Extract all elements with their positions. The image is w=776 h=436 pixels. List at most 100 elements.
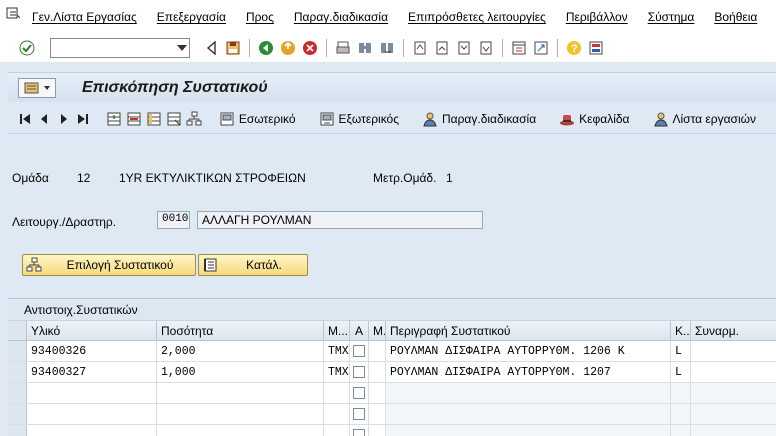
group-value: 12	[77, 171, 91, 185]
a-checkbox[interactable]	[353, 429, 365, 436]
col-unit[interactable]: Μ...	[324, 321, 350, 340]
quantity-cell[interactable]	[157, 383, 324, 403]
task-list-button[interactable]: Λίστα εργασιών	[650, 110, 756, 128]
deselect-icon[interactable]	[166, 110, 182, 128]
last-record-icon[interactable]	[76, 110, 89, 128]
chevron-down-icon[interactable]	[177, 45, 187, 51]
a-checkbox-cell	[350, 362, 369, 382]
group-description: 1YR ΕΚΤΥΛΙΚΤΙΚΩΝ ΣΤΡΟΦΕΙΩΝ	[119, 171, 306, 185]
routing-button[interactable]: Παραγ.διαδικασία	[419, 110, 536, 128]
window-menu-icon[interactable]	[6, 7, 21, 21]
menu-edit[interactable]: Επεξεργασία	[157, 10, 226, 24]
save-icon[interactable]	[224, 39, 242, 57]
find-next-icon[interactable]	[378, 39, 396, 57]
operation-field[interactable]: 0010	[157, 211, 190, 229]
previous-record-icon[interactable]	[37, 110, 50, 128]
help-icon[interactable]: ?	[565, 39, 583, 57]
back-icon[interactable]	[257, 39, 275, 57]
a-checkbox[interactable]	[353, 387, 365, 399]
a-checkbox[interactable]	[353, 345, 365, 357]
external-button[interactable]: Εξωτερικός	[316, 110, 399, 128]
unit-cell[interactable]	[324, 425, 350, 436]
catalog-button[interactable]: Κατάλ.	[198, 254, 308, 276]
hierarchy-icon[interactable]	[186, 110, 202, 128]
shortcut-icon[interactable]	[532, 39, 550, 57]
screen-menu-button[interactable]	[18, 77, 56, 98]
row-selector[interactable]	[8, 362, 27, 382]
quantity-cell[interactable]	[157, 404, 324, 424]
group-counter-label: Μετρ.Ομάδ.	[373, 171, 437, 185]
quantity-cell[interactable]: 2,000	[157, 341, 324, 361]
assembly-cell[interactable]	[691, 425, 776, 436]
prev-page-icon[interactable]	[433, 39, 451, 57]
new-session-icon[interactable]	[510, 39, 528, 57]
assembly-cell[interactable]	[691, 404, 776, 424]
assembly-cell[interactable]	[691, 362, 776, 382]
col-quantity[interactable]: Ποσότητα	[157, 321, 324, 340]
menu-extras[interactable]: Επιπρόσθετες λειτουργίες	[408, 10, 546, 24]
header-button[interactable]: Κεφαλίδα	[556, 110, 630, 128]
next-page-icon[interactable]	[455, 39, 473, 57]
first-record-icon[interactable]	[18, 110, 31, 128]
print-icon[interactable]	[334, 39, 352, 57]
item-category-cell[interactable]	[671, 404, 691, 424]
select-component-button[interactable]: Επιλογή Συστατικού	[22, 254, 196, 276]
menu-environment[interactable]: Περιβάλλον	[566, 10, 628, 24]
col-m[interactable]: Μ.	[369, 321, 386, 340]
col-item-category[interactable]: Κ..	[671, 321, 691, 340]
collapse-arrow-icon[interactable]	[202, 39, 220, 57]
group-counter-value: 1	[446, 171, 453, 185]
row-selector[interactable]	[8, 383, 27, 403]
select-all-icon[interactable]	[146, 110, 162, 128]
item-category-cell[interactable]	[671, 383, 691, 403]
item-category-cell[interactable]	[671, 425, 691, 436]
item-category-cell[interactable]: L	[671, 362, 691, 382]
menu-task-list[interactable]: Γεν.Λίστα Εργασίας	[32, 10, 137, 24]
description-cell: ΡΟΥΛΜΑΝ ΔΙΣΦΑΙΡΑ ΑΥΤΟΡΡΥΘΜ. 1206 K	[386, 341, 671, 361]
enter-check-icon[interactable]	[18, 39, 36, 57]
material-cell[interactable]: 93400327	[27, 362, 157, 382]
menu-help[interactable]: Βοήθεια	[714, 10, 757, 24]
col-a[interactable]: Α	[350, 321, 369, 340]
delete-row-icon[interactable]	[126, 110, 142, 128]
material-cell[interactable]	[27, 425, 157, 436]
assembly-cell[interactable]	[691, 341, 776, 361]
menu-routing[interactable]: Παραγ.διαδικασία	[294, 10, 388, 24]
row-selector[interactable]	[8, 425, 27, 436]
col-material[interactable]: Υλικό	[27, 321, 157, 340]
first-page-icon[interactable]	[411, 39, 429, 57]
assembly-cell[interactable]	[691, 383, 776, 403]
layout-menu-icon[interactable]	[587, 39, 605, 57]
a-checkbox[interactable]	[353, 408, 365, 420]
command-field[interactable]	[50, 38, 190, 58]
description-cell	[386, 404, 671, 424]
unit-cell[interactable]	[324, 383, 350, 403]
a-checkbox-cell	[350, 404, 369, 424]
col-component-description[interactable]: Περιγραφή Συστατικού	[386, 321, 671, 340]
col-assembly[interactable]: Συναρμ.	[691, 321, 776, 340]
last-page-icon[interactable]	[477, 39, 495, 57]
insert-row-icon[interactable]	[106, 110, 122, 128]
quantity-cell[interactable]	[157, 425, 324, 436]
table-header: Υλικό Ποσότητα Μ... Α Μ. Περιγραφή Συστα…	[8, 321, 776, 341]
menu-system[interactable]: Σύστημα	[648, 10, 695, 24]
row-selector[interactable]	[8, 404, 27, 424]
a-checkbox[interactable]	[353, 366, 365, 378]
title-bar: Επισκόπηση Συστατικού	[8, 72, 776, 102]
quantity-cell[interactable]: 1,000	[157, 362, 324, 382]
next-record-icon[interactable]	[57, 110, 70, 128]
material-cell[interactable]: 93400326	[27, 341, 157, 361]
menu-goto[interactable]: Προς	[246, 10, 274, 24]
internal-button[interactable]: Εσωτερικό	[216, 110, 296, 128]
row-selector[interactable]	[8, 341, 27, 361]
exit-icon[interactable]	[279, 39, 297, 57]
item-category-cell[interactable]: L	[671, 341, 691, 361]
material-cell[interactable]	[27, 404, 157, 424]
select-all-cell[interactable]	[8, 321, 27, 340]
cancel-icon[interactable]	[301, 39, 319, 57]
unit-cell[interactable]	[324, 404, 350, 424]
find-icon[interactable]	[356, 39, 374, 57]
material-cell[interactable]	[27, 383, 157, 403]
table-row-empty	[8, 425, 776, 436]
operation-description-field[interactable]: ΑΛΛΑΓΗ ΡΟΥΛΜΑΝ	[197, 211, 483, 229]
